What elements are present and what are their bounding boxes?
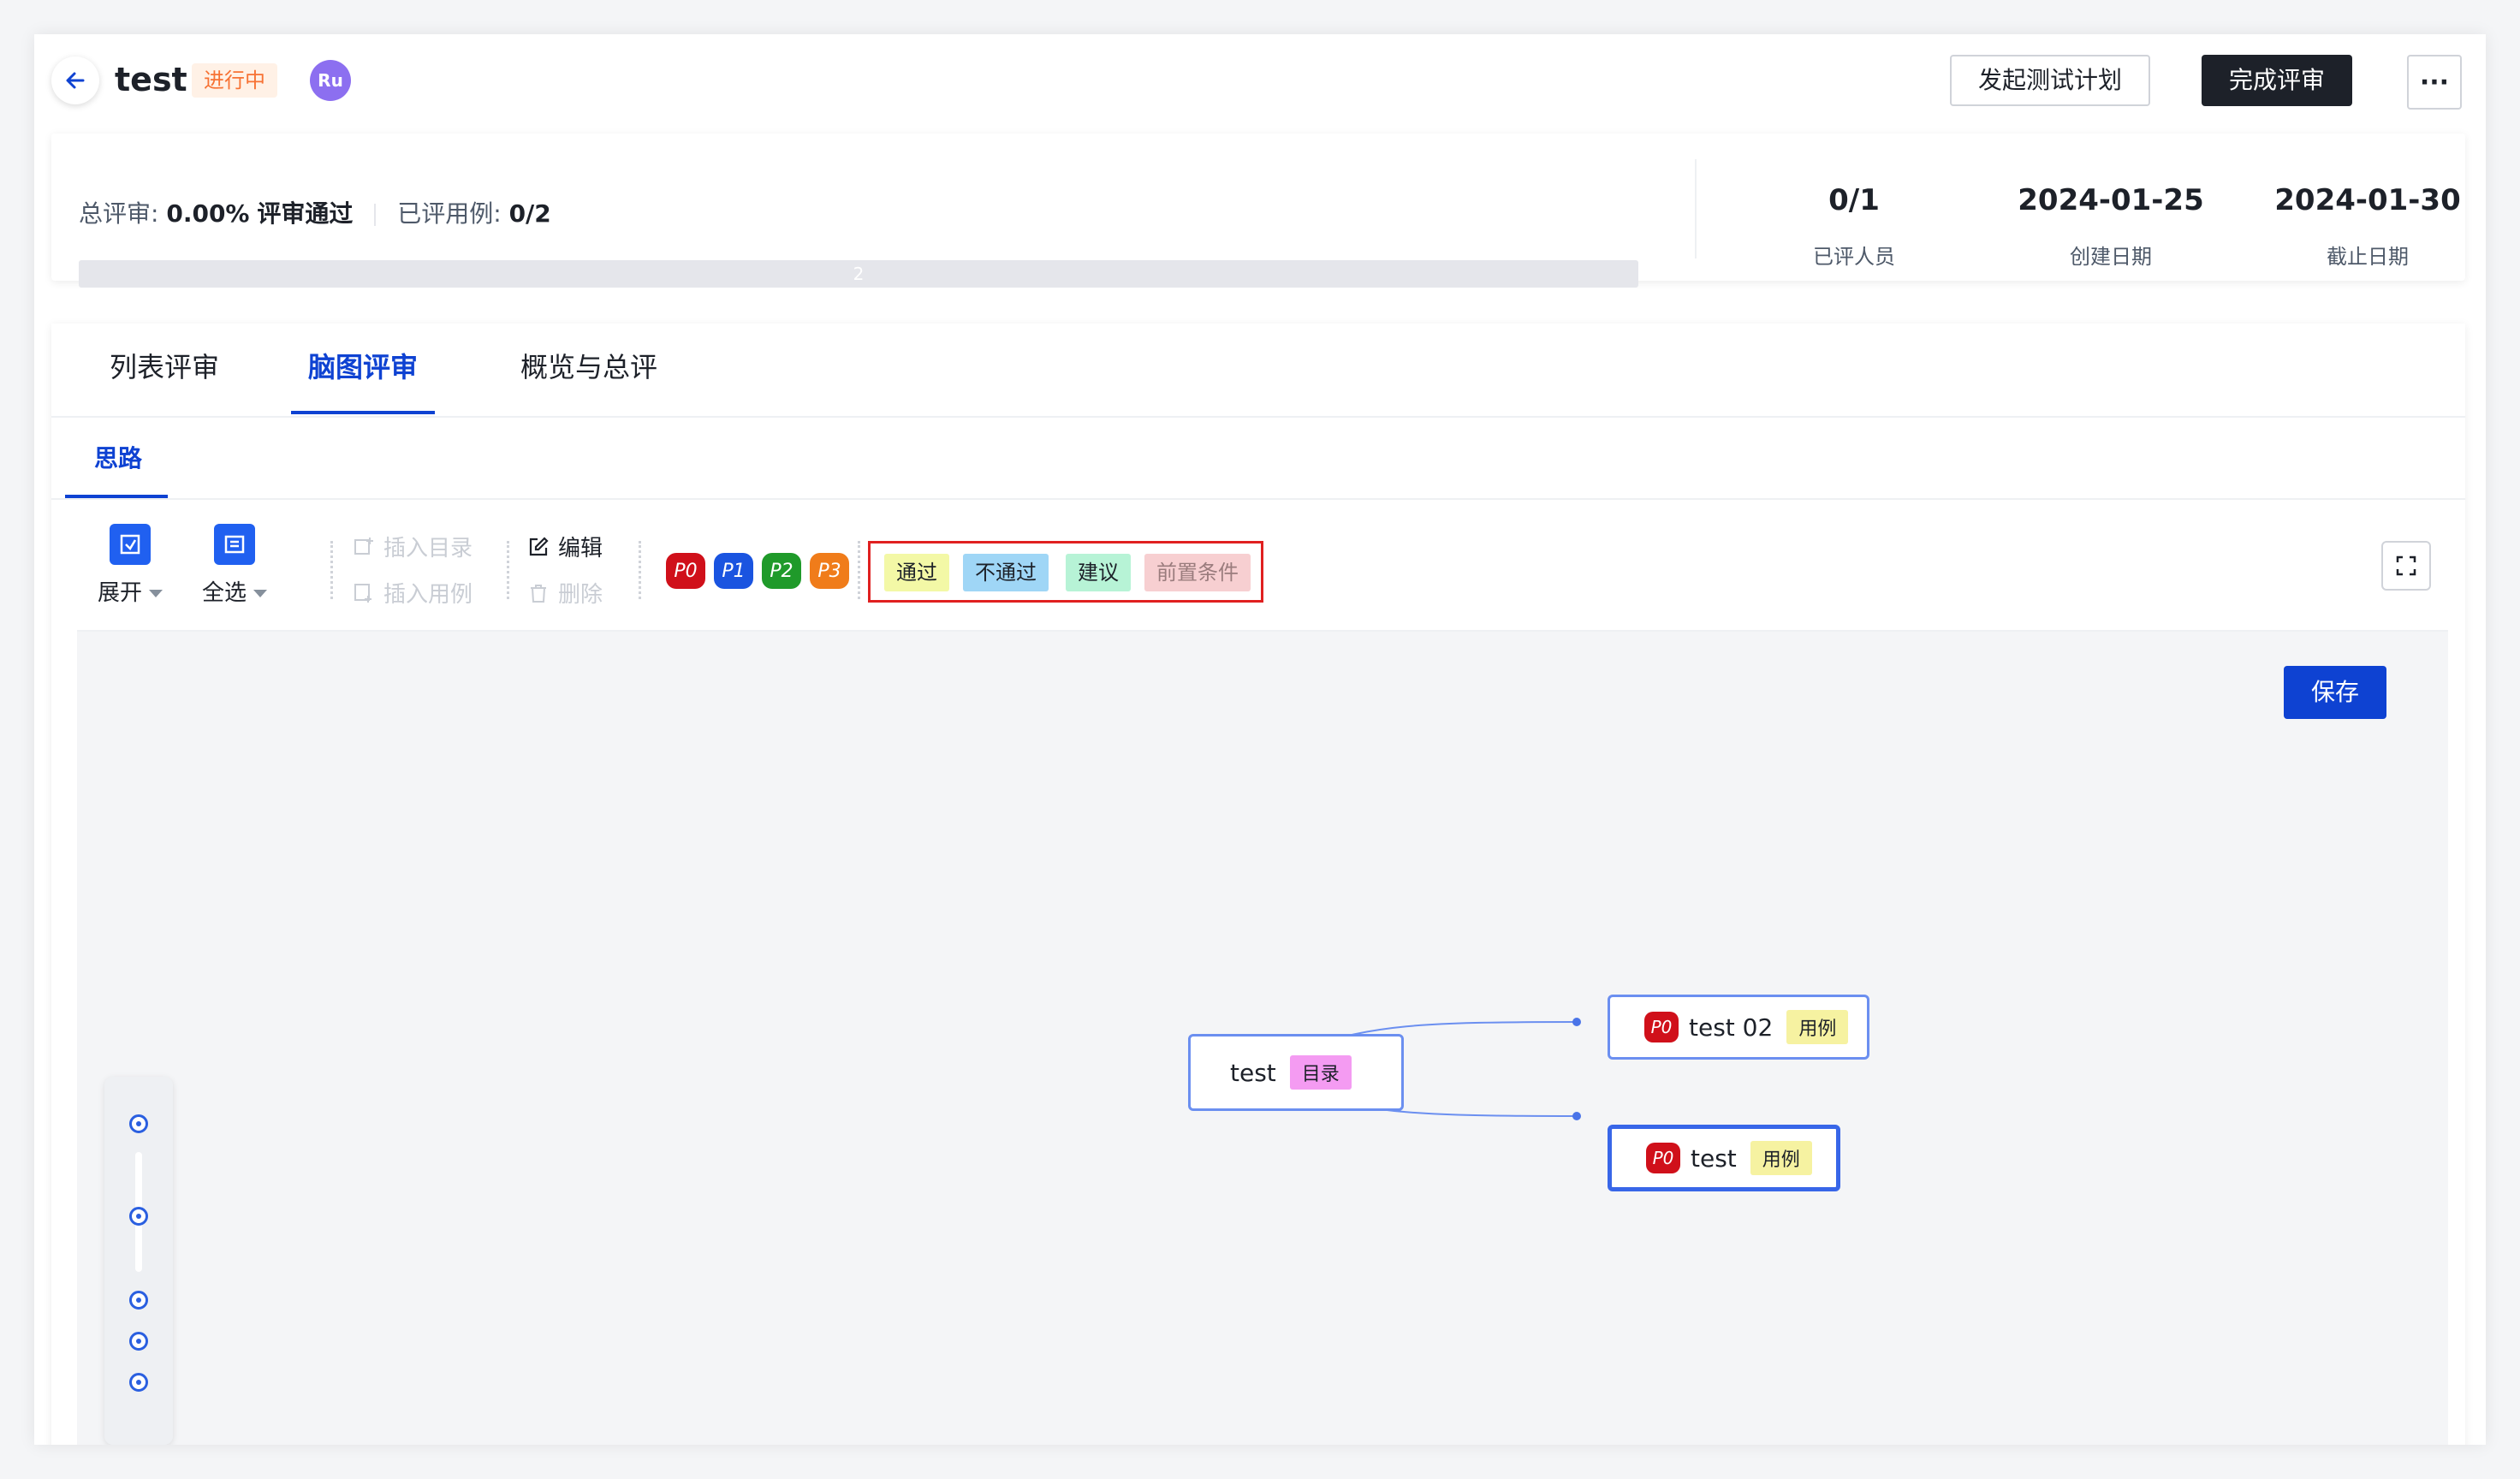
overall-label: 总评审: — [79, 199, 159, 228]
review-tabs: 列表评审 脑图评审 概览与总评 — [51, 324, 2465, 418]
overall-value: 0.00% — [166, 199, 250, 228]
subtab-thinking[interactable]: 思路 — [94, 440, 142, 474]
tag-precondition-button[interactable]: 前置条件 — [1144, 554, 1251, 591]
edit-label: 编辑 — [558, 536, 603, 561]
zoom-in-button[interactable] — [129, 1332, 148, 1351]
more-button[interactable]: ··· — [2407, 55, 2462, 110]
more-icon: ··· — [2419, 67, 2450, 98]
reviewers-value: 0/1 — [1828, 183, 1880, 217]
divider — [507, 541, 509, 599]
reviewed-cases-value: 0/2 — [508, 199, 551, 228]
priority-p2-button[interactable]: P2 — [762, 553, 801, 589]
status-badge: 进行中 — [192, 63, 277, 98]
tag-suggestion-button[interactable]: 建议 — [1066, 554, 1131, 591]
fullscreen-icon — [2396, 555, 2416, 576]
tag-fail-button[interactable]: 不通过 — [963, 554, 1049, 591]
mindmap-subtabs: 思路 — [51, 418, 2465, 500]
tab-overview-summary[interactable]: 概览与总评 — [520, 346, 657, 389]
case-tag: 用例 — [1750, 1141, 1812, 1175]
zoom-slider-handle[interactable] — [129, 1207, 148, 1226]
review-tag-group: 通过 不通过 建议 前置条件 — [868, 541, 1263, 603]
divider — [858, 541, 860, 599]
avatar[interactable]: Ru — [310, 60, 351, 101]
priority-p0-button[interactable]: P0 — [666, 553, 705, 589]
back-button[interactable] — [51, 56, 99, 104]
trash-icon — [531, 584, 546, 603]
expand-button[interactable]: 展开 — [96, 524, 164, 607]
insert-case-label: 插入用例 — [383, 582, 473, 608]
mindmap-toolbar: 展开 全选 插入目录 插入用例 编辑 删除 P0 P1 P2 P3 通过 不通过… — [77, 507, 2448, 632]
created-date-stat: 2024-01-25 创建日期 — [2008, 181, 2214, 270]
mindmap-canvas[interactable]: 保存 test 目录 P0 test 02 用例 P0 test 用例 — [77, 632, 2448, 1445]
active-subtab-indicator — [65, 495, 168, 498]
created-date-label: 创建日期 — [2070, 245, 2152, 269]
deadline-value: 2024-01-30 — [2274, 183, 2461, 217]
directory-tag: 目录 — [1289, 1055, 1352, 1090]
root-node-text: test — [1230, 1058, 1276, 1087]
deadline-stat: 2024-01-30 截止日期 — [2265, 181, 2470, 270]
edit-button[interactable]: 编辑 — [527, 531, 603, 562]
select-all-label: 全选 — [201, 580, 247, 606]
complete-review-button[interactable]: 完成评审 — [2202, 55, 2352, 106]
page-header: test 进行中 Ru 发起测试计划 完成评审 ··· — [34, 34, 2486, 137]
divider — [639, 541, 641, 599]
progress-text: 2 — [853, 264, 865, 284]
zoom-out-button[interactable] — [129, 1291, 148, 1310]
review-summary: 总评审: 0.00% 评审通过 已评用例: 0/2 — [79, 195, 551, 229]
edit-icon — [529, 536, 549, 555]
priority-p3-button[interactable]: P3 — [810, 553, 849, 589]
insert-directory-button[interactable]: 插入目录 — [353, 531, 472, 562]
insert-case-button[interactable]: 插入用例 — [353, 577, 472, 609]
tab-list-review[interactable]: 列表评审 — [110, 346, 219, 389]
launch-test-plan-button[interactable]: 发起测试计划 — [1950, 55, 2150, 106]
zoom-panel — [104, 1077, 173, 1445]
created-date-value: 2024-01-25 — [2018, 183, 2204, 217]
review-progress-bar: 2 — [79, 260, 1638, 288]
case-node-text: test — [1691, 1143, 1737, 1173]
insert-case-icon — [354, 583, 371, 603]
delete-label: 删除 — [558, 582, 603, 608]
delete-button[interactable]: 删除 — [527, 577, 603, 609]
review-workspace: 列表评审 脑图评审 概览与总评 思路 展开 全选 插入目录 插入用例 编辑 删除… — [51, 324, 2465, 1445]
fullscreen-button[interactable] — [2381, 541, 2431, 591]
chevron-down-icon — [149, 590, 163, 597]
zoom-max-button[interactable] — [129, 1114, 148, 1133]
mindmap-root-node[interactable]: test 目录 — [1188, 1034, 1404, 1111]
divider — [330, 541, 333, 599]
mindmap-case-node-selected[interactable]: P0 test 用例 — [1608, 1125, 1840, 1191]
deadline-label: 截止日期 — [2327, 245, 2409, 269]
page-title: test — [115, 61, 187, 98]
priority-p1-button[interactable]: P1 — [714, 553, 753, 589]
reviewed-cases-label: 已评用例: — [397, 199, 502, 228]
divider — [1695, 159, 1697, 258]
expand-icon — [110, 524, 151, 565]
select-all-icon — [214, 524, 255, 565]
reviewers-stat: 0/1 已评人员 — [1751, 181, 1957, 270]
case-tag: 用例 — [1786, 1010, 1849, 1044]
expand-label: 展开 — [97, 580, 142, 606]
priority-badge: P0 — [1644, 1012, 1679, 1042]
select-all-button[interactable]: 全选 — [200, 524, 269, 607]
zoom-reset-button[interactable] — [129, 1373, 148, 1392]
app-window: test 进行中 Ru 发起测试计划 完成评审 ··· 总评审: 0.00% 评… — [34, 34, 2486, 1445]
priority-badge: P0 — [1646, 1143, 1680, 1173]
review-stats-card: 总评审: 0.00% 评审通过 已评用例: 0/2 2 0/1 已评人员 202… — [51, 134, 2465, 288]
reviewers-label: 已评人员 — [1813, 245, 1895, 269]
mindmap-case-node[interactable]: P0 test 02 用例 — [1608, 995, 1869, 1060]
pass-label: 评审通过 — [257, 199, 354, 228]
insert-directory-label: 插入目录 — [383, 536, 473, 561]
active-tab-indicator — [291, 411, 435, 414]
arrow-left-icon — [66, 72, 85, 89]
tab-mindmap-review[interactable]: 脑图评审 — [308, 346, 418, 389]
divider — [374, 204, 377, 226]
insert-directory-icon — [354, 537, 373, 555]
case-node-text: test 02 — [1689, 1013, 1774, 1042]
tag-pass-button[interactable]: 通过 — [884, 554, 949, 591]
chevron-down-icon — [253, 590, 267, 597]
